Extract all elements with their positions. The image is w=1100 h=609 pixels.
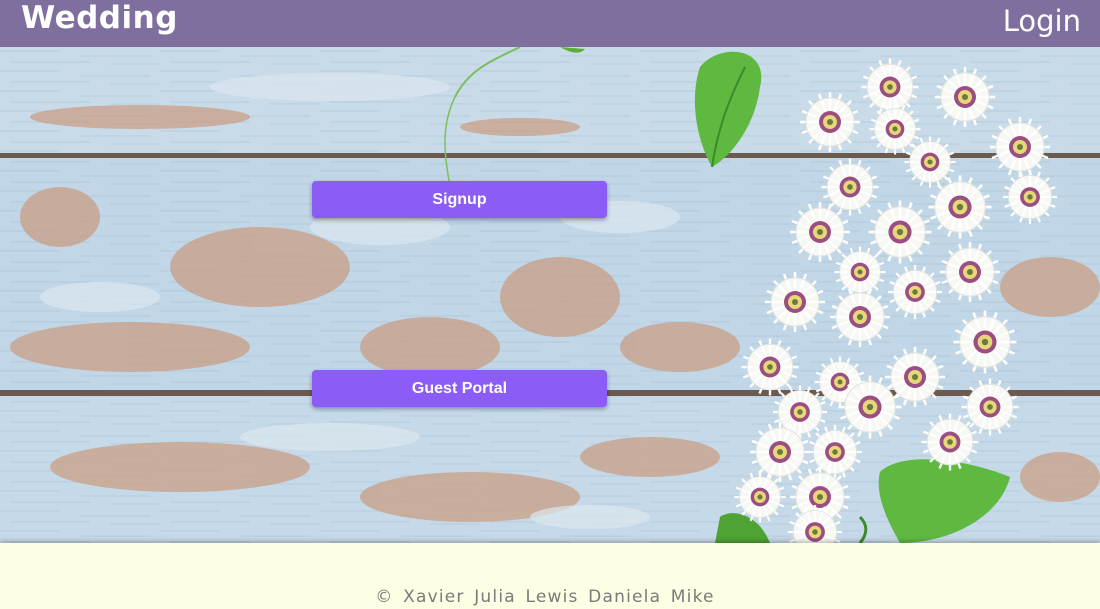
footer: © Xavier Julia Lewis Daniela Mike: [0, 543, 1100, 609]
hero-section: Signup Guest Portal: [0, 47, 1100, 543]
top-navbar: Wedding Login: [0, 0, 1100, 47]
brand-title[interactable]: Wedding: [21, 0, 178, 36]
guest-portal-button[interactable]: Guest Portal: [312, 370, 607, 407]
page: Wedding Login Signup Guest Portal © Xavi…: [0, 0, 1100, 609]
signup-button[interactable]: Signup: [312, 181, 607, 218]
footer-credits: © Xavier Julia Lewis Daniela Mike: [0, 586, 1090, 608]
copyright-symbol: ©: [375, 587, 394, 607]
team-names: Xavier Julia Lewis Daniela Mike: [403, 587, 715, 607]
login-link[interactable]: Login: [1003, 2, 1081, 40]
wood-flowers-background-image: [0, 47, 1100, 543]
